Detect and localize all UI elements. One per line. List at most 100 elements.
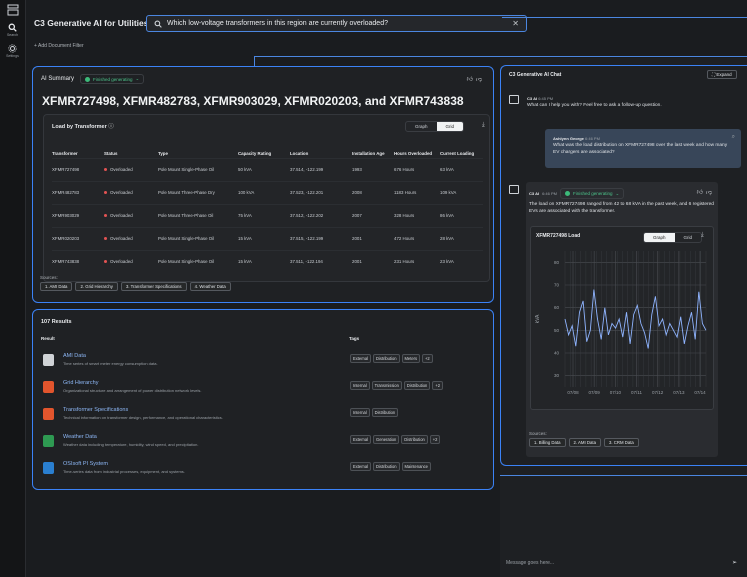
tag[interactable]: Distribution bbox=[373, 462, 400, 471]
thumbs-up-icon[interactable]: 👍︎ bbox=[697, 190, 706, 196]
table-row[interactable]: XFMR903029 Overloaded Pole Mount Three-Pha… bbox=[52, 203, 483, 227]
app-logo-icon[interactable] bbox=[0, 4, 25, 16]
message-input[interactable]: Message goes here... bbox=[506, 560, 736, 566]
tag[interactable]: +2 bbox=[432, 381, 444, 390]
result-tags: External Distribution Meters +2 bbox=[350, 354, 433, 363]
x-tick-label: 07/11 bbox=[631, 390, 642, 395]
tag[interactable]: Meters bbox=[401, 354, 421, 363]
source-chip[interactable]: 1. AMI Data bbox=[40, 282, 73, 291]
table-cell: 28 kVA bbox=[440, 226, 483, 250]
table-cell: 472 Hours bbox=[394, 226, 440, 250]
column-header[interactable]: Status bbox=[104, 143, 158, 158]
column-header[interactable]: Capacity Rating bbox=[238, 143, 290, 158]
rail-search-button[interactable]: Search bbox=[0, 23, 25, 37]
result-description: Technical information on transformer des… bbox=[63, 415, 223, 420]
view-toggle: Graph Grid bbox=[643, 232, 703, 243]
tag[interactable]: Generation bbox=[373, 435, 400, 444]
rail-search-label: Search bbox=[6, 33, 19, 37]
load-by-transformer-card: Load by Transformer ⓘ Graph Grid ⤓ Trans… bbox=[43, 114, 490, 282]
expand-button[interactable]: ⛶ Expand bbox=[707, 70, 737, 79]
tag[interactable]: Distribution bbox=[371, 408, 399, 417]
download-icon[interactable]: ⤓ bbox=[482, 122, 485, 129]
table-row[interactable]: XFMR727498 Overloaded Pole Mount Single-Ph… bbox=[52, 157, 483, 181]
status-dot-icon bbox=[104, 168, 107, 171]
chevron-down-icon: ⌄ bbox=[615, 191, 620, 196]
timestamp: 6:45 PM bbox=[538, 96, 554, 101]
table-row[interactable]: XFMR743838 Overloaded Pole Mount Single-Ph… bbox=[52, 249, 483, 273]
result-name[interactable]: OSIsoft PI System bbox=[63, 461, 108, 467]
status-badge[interactable]: Finished generating ⌄ bbox=[559, 188, 625, 199]
tag[interactable]: +2 bbox=[422, 354, 433, 363]
result-row[interactable]: Weather Data Weather data including tempe… bbox=[41, 432, 486, 454]
tag[interactable]: Internal bbox=[350, 408, 370, 417]
rail-settings-button[interactable]: Settings bbox=[0, 44, 25, 58]
tag[interactable]: Maintenance bbox=[401, 462, 431, 471]
column-header[interactable]: Type bbox=[158, 143, 238, 158]
y-tick-label: 70 bbox=[554, 283, 560, 288]
table-row[interactable]: XFMR482783 Overloaded Pole Mount Three-Pha… bbox=[52, 180, 483, 204]
table-cell: 86 kVA bbox=[440, 203, 483, 227]
column-header[interactable]: Location bbox=[290, 143, 352, 158]
column-header[interactable]: Current Loading bbox=[440, 143, 483, 158]
info-icon[interactable]: ⓘ bbox=[108, 124, 114, 130]
add-document-filter-button[interactable]: + Add Document Filter bbox=[34, 43, 84, 49]
result-row[interactable]: Grid Hierarchy Organizational structure a… bbox=[41, 378, 486, 400]
grid-tab[interactable]: Grid bbox=[675, 233, 702, 242]
send-icon[interactable]: ➢ bbox=[732, 559, 737, 566]
source-chip[interactable]: 2. AMI Data bbox=[568, 438, 601, 447]
status-badge[interactable]: Finished generating ⌄ bbox=[80, 74, 145, 84]
source-chip[interactable]: 4. Weather Data bbox=[189, 282, 231, 291]
timestamp: 6:46 PM bbox=[585, 136, 600, 141]
table-row[interactable]: XFMR020203 Overloaded Pole Mount Single-Ph… bbox=[52, 226, 483, 250]
thumbs-down-icon[interactable]: 👎︎ bbox=[476, 77, 485, 83]
grid-tab[interactable]: Grid bbox=[436, 122, 464, 131]
table-cell: 231 Hours bbox=[394, 249, 440, 273]
graph-tab[interactable]: Graph bbox=[644, 233, 675, 242]
graph-tab[interactable]: Graph bbox=[406, 122, 437, 131]
tag[interactable]: External bbox=[350, 435, 372, 444]
tag[interactable]: Distribution bbox=[403, 381, 431, 390]
gear-icon bbox=[8, 44, 17, 53]
column-header[interactable]: Hours Overloaded bbox=[394, 143, 440, 158]
result-description: Weather data including temperature, humi… bbox=[63, 442, 199, 447]
result-row[interactable]: AMI Data Time series of smart meter energ… bbox=[41, 351, 486, 373]
download-icon[interactable]: ⤓ bbox=[701, 232, 704, 239]
column-header[interactable]: Installation Age bbox=[352, 143, 394, 158]
x-tick-label: 07/09 bbox=[589, 390, 601, 395]
tag[interactable]: External bbox=[350, 462, 372, 471]
result-name[interactable]: AMI Data bbox=[63, 353, 86, 359]
tag[interactable]: Distribution bbox=[373, 354, 400, 363]
table-cell: 50 kVA bbox=[238, 157, 290, 181]
tag[interactable]: Internal bbox=[350, 381, 370, 390]
result-name[interactable]: Transformer Specifications bbox=[63, 407, 128, 413]
result-row[interactable]: OSIsoft PI System Time-series data from i… bbox=[41, 459, 486, 481]
result-name[interactable]: Weather Data bbox=[63, 434, 97, 440]
thumbs-down-icon[interactable]: 👎︎ bbox=[706, 190, 715, 196]
table-cell: 1993 bbox=[352, 157, 394, 181]
status-cell: Overloaded bbox=[104, 180, 158, 204]
thumbs-up-icon[interactable]: 👍︎ bbox=[467, 77, 476, 83]
status-text: Finished generating bbox=[572, 191, 613, 196]
ai-summary-header: AI Summary Finished generating ⌄ bbox=[41, 74, 145, 84]
result-row[interactable]: Transformer Specifications Technical info… bbox=[41, 405, 486, 427]
table-cell: XFMR903029 bbox=[52, 203, 104, 227]
tags-column-header: Tags bbox=[349, 336, 360, 341]
tag[interactable]: External bbox=[350, 354, 372, 363]
clear-search-icon[interactable]: ✕ bbox=[512, 19, 519, 28]
source-chip[interactable]: 3. CRM Data bbox=[603, 438, 639, 447]
source-chip[interactable]: 1. Billing Data bbox=[529, 438, 566, 447]
search-input[interactable]: Which low-voltage transformers in this r… bbox=[146, 15, 527, 32]
tag[interactable]: Distribution bbox=[401, 435, 428, 444]
table-cell: 75 kVA bbox=[238, 203, 290, 227]
source-chip[interactable]: 3. Transformer Specifications bbox=[120, 282, 187, 291]
table-cell: 328 Hours bbox=[394, 203, 440, 227]
search-icon[interactable]: ⌕ bbox=[732, 134, 735, 141]
tag[interactable]: Transmission bbox=[371, 381, 402, 390]
y-tick-label: 50 bbox=[554, 328, 560, 333]
tag[interactable]: +2 bbox=[429, 435, 441, 444]
chat-title: C3 Generative AI Chat bbox=[509, 72, 562, 78]
table-cell: 63 kVA bbox=[440, 157, 483, 181]
result-name[interactable]: Grid Hierarchy bbox=[63, 380, 98, 386]
column-header[interactable]: Transformer bbox=[52, 143, 104, 158]
source-chip[interactable]: 2. Grid Hierarchy bbox=[75, 282, 118, 291]
